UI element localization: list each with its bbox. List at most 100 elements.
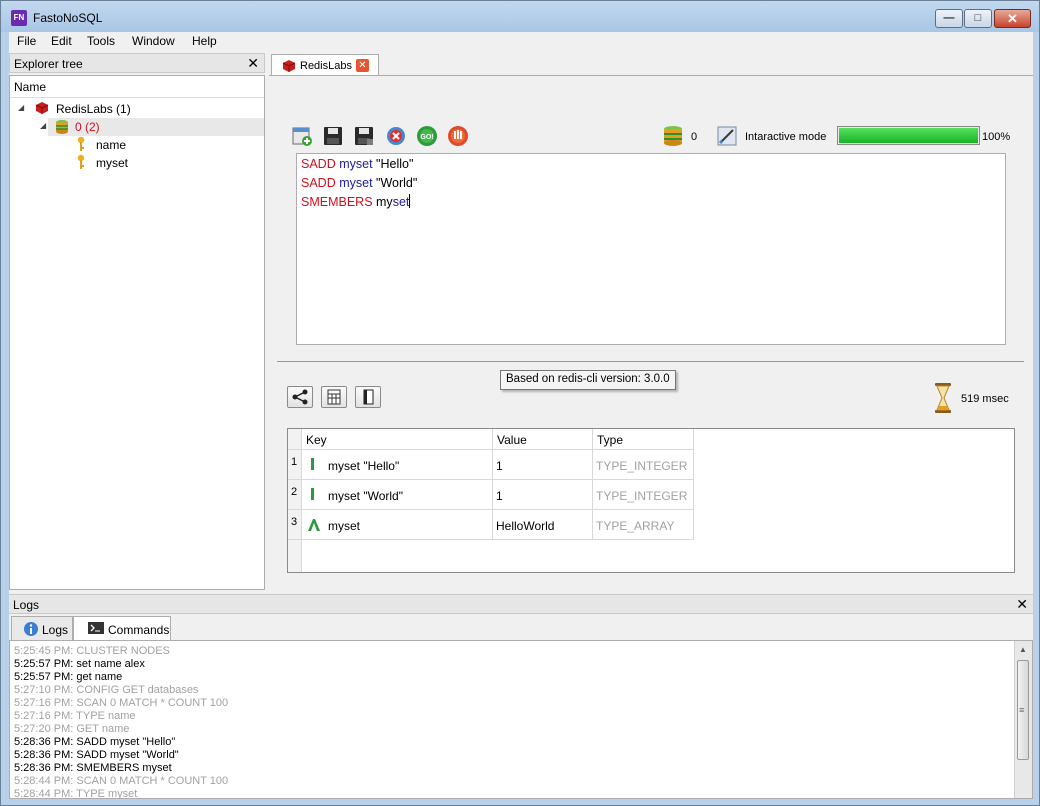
tab-label: RedisLabs [300,60,352,72]
execute-go-button[interactable]: GO! [416,125,438,147]
editor-line: SADD myset "Hello" [301,157,414,171]
explorer-title: Explorer tree [14,57,83,71]
log-line: 5:27:10 PM: CONFIG GET databases [14,684,199,696]
results-table[interactable]: Key Value Type 1 myset "Hello" 1 TYPE_IN… [287,428,1015,573]
expanded-arrow-icon[interactable]: ◢ [40,121,46,130]
menu-tools[interactable]: Tools [87,34,115,48]
column-header-type[interactable]: Type [593,429,694,450]
progress-fill [839,128,978,143]
title-bar[interactable]: FN FastoNoSQL — □ ✕ [1,1,1039,32]
corner-header [288,429,302,450]
log-line: 5:25:57 PM: get name [14,671,123,683]
integer-icon [311,488,314,500]
logs-close-icon[interactable]: ✕ [1016,596,1028,613]
key-label: name [96,138,127,152]
database-icon [56,120,68,134]
disconnect-button[interactable] [385,125,407,147]
explorer-tree[interactable]: Name ◢ RedisLabs (1) ◢ 0 (2) name myset [9,75,265,590]
log-line: 5:25:45 PM: CLUSTER NODES [14,645,170,657]
shell-panel: GO! 0 Intaractive mode 100% SADD myset "… [269,75,1033,591]
scroll-up-arrow-icon[interactable]: ▲ [1019,645,1027,654]
row-number[interactable]: 1 [288,450,302,480]
tree-column-header[interactable]: Name [10,76,264,98]
menu-edit[interactable]: Edit [51,34,72,48]
tree-view-button[interactable] [287,386,313,408]
close-window-button[interactable]: ✕ [994,9,1031,28]
menu-bar: File Edit Tools Window Help [9,32,1033,52]
tree-item-server[interactable]: ◢ RedisLabs (1) [10,100,264,118]
row-number[interactable]: 3 [288,510,302,540]
svg-text:GO!: GO! [420,134,433,141]
text-view-button[interactable] [355,386,381,408]
log-line: 5:28:36 PM: SADD myset "World" [14,749,179,761]
stop-button[interactable] [447,125,469,147]
command-editor[interactable]: SADD myset "Hello" SADD myset "World" SM… [296,153,1006,345]
explorer-dock: Explorer tree ✕ Name ◢ RedisLabs (1) ◢ 0… [9,53,265,590]
progress-text: 100% [982,131,1011,143]
maximize-button[interactable]: □ [964,9,992,28]
minimize-icon: — [943,12,955,24]
menu-file[interactable]: File [17,34,36,48]
load-file-button[interactable] [291,125,313,147]
terminal-icon [88,622,104,634]
tree-item-database[interactable]: ◢ 0 (2) [40,118,264,136]
tab-commands[interactable]: Commands [73,616,171,640]
log-line: 5:27:20 PM: GET name [14,723,130,735]
hourglass-icon [935,383,951,413]
row-number-empty [288,540,302,572]
table-cell-key[interactable]: myset [302,510,493,540]
column-header-value[interactable]: Value [493,429,593,450]
row-number[interactable]: 2 [288,480,302,510]
close-icon: ✕ [1007,11,1018,26]
splitter-handle[interactable] [277,361,1024,362]
log-line: 5:25:57 PM: set name alex [14,658,145,670]
minimize-button[interactable]: — [935,9,963,28]
commands-log[interactable]: 5:25:45 PM: CLUSTER NODES 5:25:57 PM: set… [9,640,1033,799]
interactive-mode-icon[interactable] [716,125,738,147]
save-as-button[interactable] [353,125,375,147]
table-cell-key[interactable]: myset "World" [302,480,493,510]
tab-close-icon[interactable]: ✕ [356,59,369,72]
version-tooltip: Based on redis-cli version: 3.0.0 [500,370,676,390]
tab-redislabs[interactable]: RedisLabs ✕ [271,54,379,76]
table-cell-type[interactable]: TYPE_INTEGER [593,450,694,480]
explorer-title-bar: Explorer tree ✕ [9,53,265,73]
tab-logs[interactable]: Logs [11,616,73,640]
info-icon [24,622,38,636]
log-line: 5:27:16 PM: SCAN 0 MATCH * COUNT 100 [14,697,229,709]
table-cell-key[interactable]: myset "Hello" [302,450,493,480]
server-label: RedisLabs (1) [56,102,131,116]
expanded-arrow-icon[interactable]: ◢ [18,103,24,112]
database-count: 0 [691,131,698,143]
menu-window[interactable]: Window [132,34,175,48]
maximize-icon: □ [974,12,982,24]
tree-item-key-myset[interactable]: myset [76,154,226,172]
key-icon [77,154,85,169]
logs-dock: Logs ✕ Logs Commands 5:25:45 PM: CLUSTER… [9,594,1033,799]
log-line: 5:28:44 PM: SCAN 0 MATCH * COUNT 100 [14,775,229,787]
table-cell-type[interactable]: TYPE_ARRAY [593,510,694,540]
log-line: 5:27:16 PM: TYPE name [14,710,136,722]
tab-logs-label: Logs [42,623,69,637]
table-view-icon [327,389,341,405]
table-view-button[interactable] [321,386,347,408]
database-count-icon [664,126,682,146]
table-cell-type[interactable]: TYPE_INTEGER [593,480,694,510]
save-button[interactable] [322,125,344,147]
table-cell-value[interactable]: HelloWorld [493,510,593,540]
table-cell-value[interactable]: 1 [493,480,593,510]
key-label: myset [96,156,129,170]
explorer-close-icon[interactable]: ✕ [247,55,259,72]
app-logo-icon: FN [11,10,27,26]
menu-help[interactable]: Help [192,34,217,48]
table-cell-value[interactable]: 1 [493,450,593,480]
array-icon [308,519,320,531]
logs-title-bar: Logs ✕ [9,594,1033,614]
text-cursor [409,194,411,208]
log-scrollbar[interactable]: ▲ ≡ [1014,641,1032,798]
app-window: FN FastoNoSQL — □ ✕ File Edit Tools Wind… [0,0,1040,806]
column-header-key[interactable]: Key [302,429,493,450]
tree-item-key-name[interactable]: name [76,136,226,154]
interactive-mode-label: Intaractive mode [745,131,827,143]
redis-server-icon [282,60,296,72]
